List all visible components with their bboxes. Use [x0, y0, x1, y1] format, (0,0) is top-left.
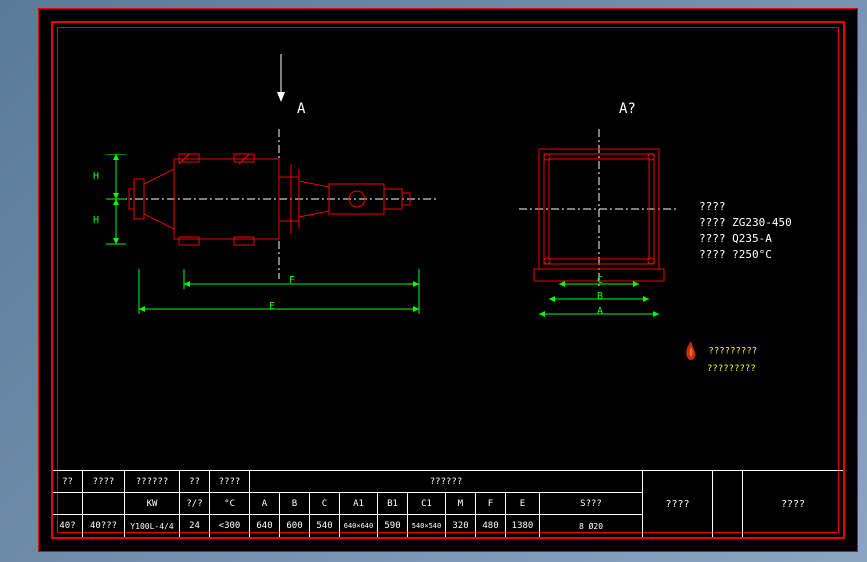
title-r3: ???? — [743, 471, 843, 537]
sub-s6: B — [280, 493, 310, 514]
notes-l2-label: ???? — [699, 232, 726, 245]
sub-s12: F — [476, 493, 506, 514]
sub-s1 — [83, 493, 125, 514]
dim-label-h2: H — [93, 215, 99, 226]
dim-label-e: E — [269, 301, 275, 312]
val-v10: 540×540 — [408, 515, 446, 537]
cad-frame: A A? — [38, 8, 858, 552]
sub-s5: A — [250, 493, 280, 514]
logo-line1: ????????? — [708, 347, 757, 357]
section-label-a: A — [297, 101, 305, 117]
sub-s13: E — [506, 493, 540, 514]
sub-s8: A1 — [340, 493, 378, 514]
notes-heading: ???? — [699, 199, 792, 215]
dim-label-f: F — [289, 275, 295, 286]
val-v9: 590 — [378, 515, 408, 537]
hdr-c3: ?? — [180, 471, 210, 492]
sub-s2: KW — [125, 493, 180, 514]
table-header-row: ?? ???? ?????? ?? ???? ?????? — [53, 471, 642, 493]
table-data-row: 40? 40??? Y100L-4/4 24 <300 640 600 540 … — [53, 515, 642, 537]
val-v8: 640×640 — [340, 515, 378, 537]
hdr-c5: ?????? — [250, 471, 642, 492]
val-v3: 24 — [180, 515, 210, 537]
logo-line2: ????????? — [707, 363, 757, 375]
sub-s11: M — [446, 493, 476, 514]
sub-s0 — [53, 493, 83, 514]
sub-s7: C — [310, 493, 340, 514]
dim-label-b: B — [597, 291, 603, 302]
sub-s4: °C — [210, 493, 250, 514]
logo-block: ????????? ????????? — [679, 339, 757, 375]
hdr-c1: ???? — [83, 471, 125, 492]
val-v6: 600 — [280, 515, 310, 537]
notes-l1-label: ???? — [699, 216, 726, 229]
notes-l1-val: ZG230-450 — [732, 216, 792, 229]
dim-label-a: A — [597, 306, 603, 317]
sub-s9: B1 — [378, 493, 408, 514]
notes-l3-label: ???? — [699, 248, 726, 261]
notes-block: ???? ???? ZG230-450 ???? Q235-A ???? ?25… — [699, 199, 792, 263]
flame-icon — [679, 339, 703, 363]
notes-l2-val: Q235-A — [732, 232, 772, 245]
val-v0: 40? — [53, 515, 83, 537]
section-view-label: A? — [619, 101, 636, 117]
hdr-c0: ?? — [53, 471, 83, 492]
val-v12: 480 — [476, 515, 506, 537]
hdr-c2: ?????? — [125, 471, 180, 492]
dim-label-c: C — [597, 275, 603, 286]
val-v5: 640 — [250, 515, 280, 537]
hdr-c4: ???? — [210, 471, 250, 492]
notes-l3-val: ?250°C — [732, 248, 772, 261]
sub-s10: C1 — [408, 493, 446, 514]
sub-s14: S??? — [540, 493, 642, 514]
val-v4: <300 — [210, 515, 250, 537]
dim-fe — [129, 269, 429, 329]
dim-label-h1: H — [93, 171, 99, 182]
title-block: ???? ???? — [643, 471, 843, 537]
section-arrow-a — [271, 54, 291, 104]
dim-cba — [529, 279, 679, 339]
val-v2: Y100L-4/4 — [125, 515, 180, 537]
val-v13: 1380 — [506, 515, 540, 537]
val-v11: 320 — [446, 515, 476, 537]
val-v7: 540 — [310, 515, 340, 537]
parameter-table: ?? ???? ?????? ?? ???? ?????? KW ?/? °C … — [53, 470, 843, 537]
sub-s3: ?/? — [180, 493, 210, 514]
title-r2 — [713, 471, 743, 537]
table-subheader-row: KW ?/? °C A B C A1 B1 C1 M F E S??? — [53, 493, 642, 515]
title-r1: ???? — [643, 471, 713, 537]
dim-h — [101, 154, 131, 304]
val-v14: 8 Ø20 — [540, 515, 642, 537]
val-v1: 40??? — [83, 515, 125, 537]
